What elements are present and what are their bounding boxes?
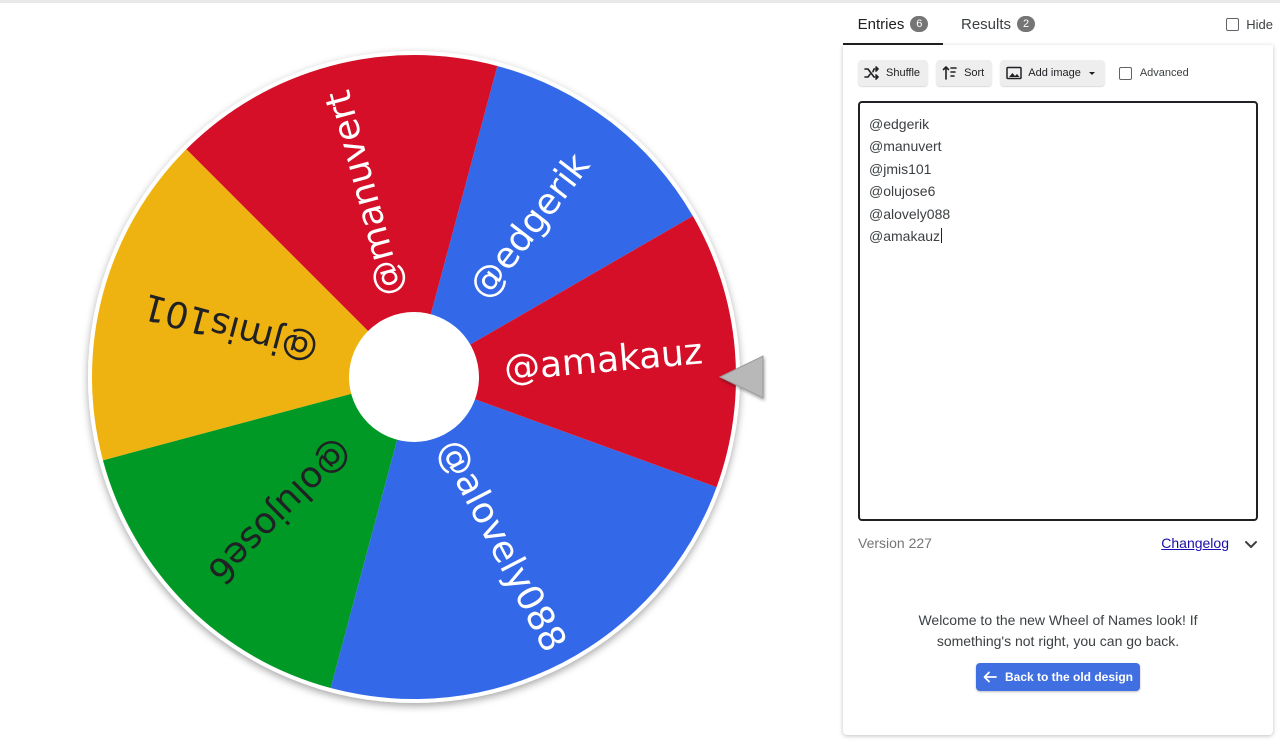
- advanced-toggle[interactable]: Advanced: [1118, 66, 1189, 80]
- entry-line: @edgerik: [869, 116, 930, 132]
- welcome-line-2: something's not right, you can go back.: [936, 633, 1180, 649]
- welcome-message: Welcome to the new Wheel of Names look! …: [858, 610, 1258, 652]
- tab-entries-label: Entries: [857, 15, 905, 33]
- add-image-button[interactable]: Add image: [1000, 60, 1105, 86]
- version-label: Version 227: [858, 535, 932, 551]
- shuffle-label: Shuffle: [886, 67, 921, 79]
- tab-bar: Entries 6 Results 2 Hide: [843, 5, 1273, 45]
- hide-label: Hide: [1246, 17, 1273, 32]
- entry-line: @olujose6: [869, 183, 936, 200]
- entry-line-last: @amakauz: [869, 225, 950, 247]
- entries-count-badge: 6: [910, 16, 929, 32]
- sort-icon: [942, 66, 957, 80]
- sort-button[interactable]: Sort: [936, 60, 993, 86]
- changelog-link[interactable]: Changelog: [1161, 535, 1229, 551]
- advanced-label: Advanced: [1139, 67, 1189, 79]
- results-count-badge: 2: [1017, 16, 1036, 32]
- advanced-checkbox[interactable]: [1118, 66, 1132, 80]
- image-icon: [1006, 66, 1022, 80]
- chevron-down-icon[interactable]: [1243, 536, 1259, 552]
- tab-entries[interactable]: Entries 6: [843, 5, 943, 45]
- entries-toolbar: Shuffle Sort Add image Advanced: [858, 60, 1189, 86]
- entries-panel: Entries 6 Results 2 Hide Shuffle Sort Ad…: [843, 5, 1273, 735]
- entry-line: @manuvert: [869, 138, 942, 155]
- wheel-area[interactable]: @edgerik @manuvert @jmis101 @olujose6 @alove…: [0, 0, 840, 744]
- tab-results[interactable]: Results 2: [948, 5, 1048, 43]
- hide-checkbox[interactable]: [1226, 18, 1240, 31]
- add-image-label: Add image: [1028, 67, 1081, 79]
- wheel[interactable]: @edgerik@manuvert@jmis101@olujose6 @alove…: [0, 0, 840, 744]
- entries-card: Shuffle Sort Add image Advanced @edgerik…: [843, 45, 1273, 735]
- back-button-label: Back to the old design: [1004, 670, 1133, 684]
- caret-down-icon: [1088, 72, 1095, 75]
- entry-line-text: @amakauz: [869, 228, 941, 245]
- tab-results-label: Results: [960, 15, 1012, 33]
- welcome-line-1: Welcome to the new Wheel of Names look! …: [918, 612, 1198, 628]
- entry-line: @alovely088: [869, 205, 951, 222]
- hide-toggle[interactable]: Hide: [1226, 17, 1273, 32]
- shuffle-button[interactable]: Shuffle: [858, 60, 929, 86]
- entries-textarea[interactable]: @edgerik @manuvert @jmis101 @olujose6 @a…: [858, 101, 1258, 521]
- arrow-left-icon: [983, 671, 997, 683]
- sort-label: Sort: [964, 67, 985, 79]
- entries-text: @edgerik @manuvert @jmis101 @olujose6 @a…: [869, 113, 950, 247]
- back-to-old-design-button[interactable]: Back to the old design: [976, 663, 1140, 691]
- entry-line: @jmis101: [869, 160, 932, 177]
- wheel-center-hub[interactable]: [349, 312, 479, 442]
- text-caret: [941, 228, 943, 244]
- shuffle-icon: [864, 66, 879, 80]
